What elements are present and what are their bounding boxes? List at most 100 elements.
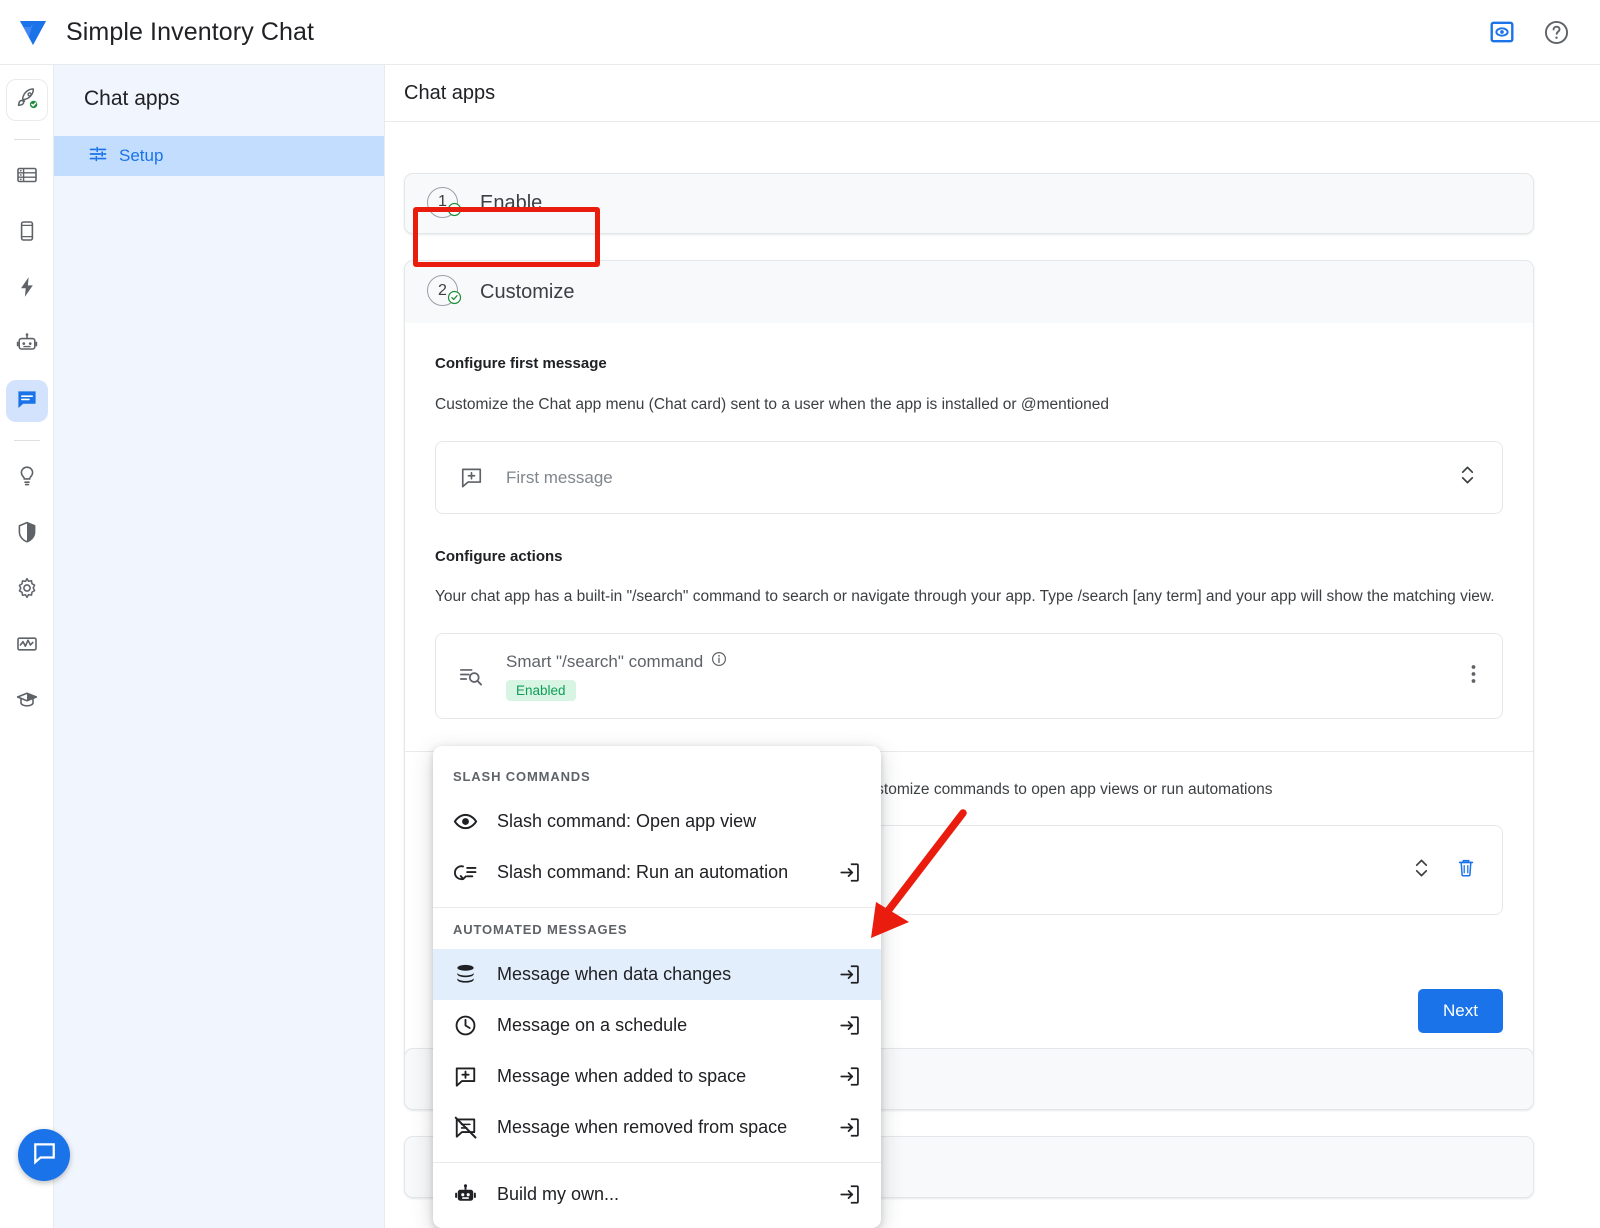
app-title: Simple Inventory Chat	[66, 18, 314, 47]
menu-section-label-automated-messages: Automated messages	[433, 908, 881, 949]
help-circle-icon[interactable]	[1543, 19, 1570, 46]
eye-view-icon	[453, 809, 497, 834]
appsheet-logo-icon[interactable]	[0, 15, 66, 49]
menu-section-label-slash-commands: Slash commands	[433, 755, 881, 796]
add-action-dropdown-menu: Slash commands Slash command: Open app v…	[433, 746, 881, 1228]
sort-updown-icon[interactable]	[1459, 464, 1476, 491]
rail-divider-2	[14, 440, 40, 441]
open-in-icon[interactable]	[838, 1014, 861, 1037]
menu-item-message-when-added-to-space[interactable]: Message when added to space	[433, 1051, 881, 1102]
rail-item-data[interactable]	[6, 156, 48, 198]
info-circle-icon[interactable]	[711, 651, 727, 672]
smart-search-command-info: Smart "/search" command Enabled	[506, 651, 727, 701]
open-in-icon[interactable]	[838, 1116, 861, 1139]
rail-divider	[14, 139, 40, 140]
menu-divider-2	[433, 1162, 881, 1163]
sort-updown-icon[interactable]	[1413, 857, 1430, 884]
menu-item-run-automation[interactable]: Slash command: Run an automation	[433, 847, 881, 898]
open-in-icon[interactable]	[838, 1183, 861, 1206]
smart-search-command-controls	[1471, 663, 1502, 690]
step-header-enable[interactable]: 1 Enable	[405, 174, 1533, 233]
open-in-icon[interactable]	[838, 861, 861, 884]
sidebar-item-setup[interactable]: Setup	[54, 136, 384, 176]
preview-eye-icon[interactable]	[1489, 19, 1515, 45]
rail-item-security[interactable]	[6, 513, 48, 555]
top-bar-actions	[1489, 19, 1600, 46]
left-icon-rail	[0, 65, 54, 1228]
message-add-icon	[453, 1064, 497, 1089]
section-title-actions: Configure actions	[435, 548, 1503, 565]
first-message-controls	[1459, 464, 1502, 491]
database-stack-icon	[453, 962, 497, 987]
menu-item-message-when-data-changes-label: Message when data changes	[497, 964, 731, 985]
rail-item-actions[interactable]	[6, 268, 48, 310]
step-label-enable: Enable	[480, 192, 542, 215]
next-button-wrap: Next	[1418, 989, 1503, 1033]
chat-bubble-icon	[31, 1139, 58, 1171]
gear-settings-icon	[15, 576, 39, 605]
app-root: Simple Inventory Chat	[0, 0, 1600, 1228]
page-title: Chat apps	[404, 82, 495, 105]
step-number-badge-2: 2	[427, 275, 461, 309]
chat-bubble-icon	[15, 387, 39, 416]
menu-item-message-when-added-to-space-label: Message when added to space	[497, 1066, 746, 1087]
menu-item-message-when-removed-from-space[interactable]: Message when removed from space	[433, 1102, 881, 1153]
clock-schedule-icon	[453, 1013, 497, 1038]
check-circle-icon	[447, 202, 462, 222]
menu-item-run-automation-label: Slash command: Run an automation	[497, 862, 788, 883]
chat-apps-nav-panel: Chat apps Setup	[54, 65, 385, 1228]
shield-security-icon	[15, 520, 39, 549]
step-header-customize[interactable]: 2 Customize	[405, 261, 1533, 323]
message-off-icon	[453, 1115, 497, 1140]
first-message-placeholder: First message	[506, 468, 613, 488]
menu-item-message-on-a-schedule[interactable]: Message on a schedule	[433, 1000, 881, 1051]
menu-item-open-app-view-label: Slash command: Open app view	[497, 811, 756, 832]
step-number-badge-1: 1	[427, 187, 461, 221]
more-vertical-icon[interactable]	[1471, 663, 1476, 690]
rail-item-bots[interactable]	[6, 324, 48, 366]
open-in-icon[interactable]	[838, 963, 861, 986]
step-label-customize: Customize	[480, 281, 574, 304]
next-button[interactable]: Next	[1418, 989, 1503, 1033]
lightbulb-icon	[15, 464, 39, 493]
rail-item-monitor[interactable]	[6, 625, 48, 667]
sidebar-item-setup-label: Setup	[119, 146, 163, 166]
smart-search-command-row[interactable]: Smart "/search" command Enabled	[435, 633, 1503, 719]
smart-search-command-title-wrap: Smart "/search" command	[506, 651, 727, 672]
database-table-icon	[15, 163, 39, 192]
robot-bot-icon	[15, 331, 39, 360]
rail-item-intelligence[interactable]	[6, 457, 48, 499]
section-desc-first-message: Customize the Chat app menu (Chat card) …	[435, 393, 1503, 417]
section-title-first-message: Configure first message	[435, 355, 1503, 372]
robot-bot-icon	[453, 1182, 497, 1207]
menu-item-build-my-own-label: Build my own...	[497, 1184, 619, 1205]
monitor-activity-icon	[15, 632, 39, 661]
step-card-enable[interactable]: 1 Enable	[404, 173, 1534, 234]
configure-actions-section: Configure actions Your chat app has a bu…	[405, 514, 1533, 719]
open-in-icon[interactable]	[838, 1065, 861, 1088]
menu-item-message-when-data-changes[interactable]: Message when data changes	[433, 949, 881, 1000]
rail-item-settings[interactable]	[6, 569, 48, 611]
run-automation-icon	[453, 860, 497, 885]
rocket-launch-icon	[15, 86, 39, 115]
check-circle-icon	[447, 290, 462, 310]
graduation-cap-icon	[15, 688, 39, 717]
chat-support-fab[interactable]	[18, 1129, 70, 1181]
rail-item-rocket[interactable]	[6, 79, 48, 121]
rail-item-chat-apps[interactable]	[6, 380, 48, 422]
main-header: Chat apps	[385, 65, 1600, 122]
first-message-row[interactable]: First message	[435, 441, 1503, 514]
search-list-icon	[436, 663, 506, 689]
section-desc-actions: Your chat app has a built-in "/search" c…	[435, 585, 1503, 609]
message-add-icon	[436, 465, 506, 490]
trash-delete-icon[interactable]	[1456, 857, 1476, 884]
rail-item-learn[interactable]	[6, 681, 48, 723]
menu-item-build-my-own[interactable]: Build my own...	[433, 1169, 881, 1220]
menu-item-open-app-view[interactable]: Slash command: Open app view	[433, 796, 881, 847]
menu-item-message-when-removed-from-space-label: Message when removed from space	[497, 1117, 787, 1138]
smart-search-command-title: Smart "/search" command	[506, 652, 703, 672]
rail-item-views[interactable]	[6, 212, 48, 254]
mobile-device-icon	[15, 219, 39, 248]
nav-panel-title: Chat apps	[54, 65, 384, 111]
configure-first-message-section: Configure first message Customize the Ch…	[405, 323, 1533, 514]
